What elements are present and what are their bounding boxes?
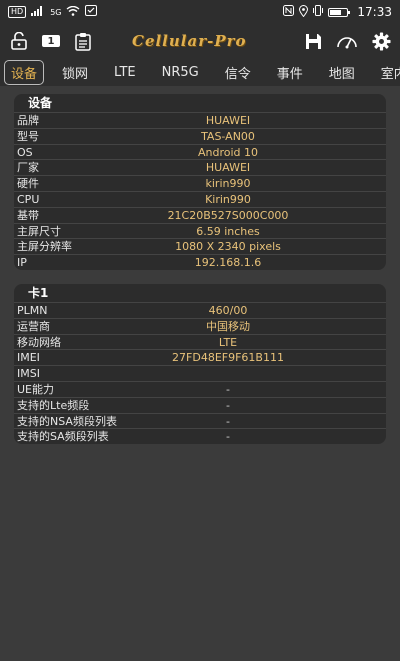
device-info-card: 设备 品牌 HUAWEI 型号 TAS-AN00 OS Android 10 厂家 HU… xyxy=(14,94,386,270)
row-value: kirin990 xyxy=(205,177,251,191)
table-row: PLMN 460/00 xyxy=(14,302,386,318)
sim-card-title: 卡1 xyxy=(28,286,49,300)
vibrate-icon xyxy=(313,5,324,19)
tab-signaling[interactable]: 信令 xyxy=(217,60,259,85)
status-bar: HD 5G 17:33 xyxy=(0,0,400,24)
tab-bar: 设备 锁网 LTE NR5G 信令 事件 地图 室内 xyxy=(0,58,400,86)
row-value: Kirin990 xyxy=(205,192,251,206)
row-key: OS xyxy=(17,145,33,159)
tab-nr5g[interactable]: NR5G xyxy=(154,62,207,83)
row-value: - xyxy=(226,382,230,396)
toolbar-right xyxy=(302,30,392,52)
notification-icon xyxy=(85,5,98,19)
clipboard-icon[interactable] xyxy=(72,30,94,52)
nfc-icon xyxy=(283,5,295,19)
tab-device[interactable]: 设备 xyxy=(4,59,45,85)
table-row: IMEI 27FD48EF9F61B111 xyxy=(14,349,386,365)
sim-label: 1 xyxy=(47,35,55,47)
row-value: 27FD48EF9F61B111 xyxy=(172,351,284,365)
row-key: 支持的NSA频段列表 xyxy=(17,414,117,428)
row-value: - xyxy=(226,398,230,412)
row-value: Android 10 xyxy=(197,145,259,159)
signal-icon xyxy=(31,5,45,19)
row-key: PLMN xyxy=(17,304,48,317)
tab-indoor[interactable]: 室内 xyxy=(373,60,400,85)
table-row: 运营商 中国移动 xyxy=(14,317,386,334)
table-row: IP 192.168.1.6 xyxy=(14,254,386,270)
app-title: Cellular-Pro xyxy=(132,32,247,50)
status-left: HD 5G xyxy=(8,5,98,19)
row-key: 基带 xyxy=(17,208,39,222)
row-value xyxy=(114,366,386,381)
table-row: CPU Kirin990 xyxy=(14,190,386,207)
toolbar-left: 1 xyxy=(8,30,94,52)
table-row: 移动网络 LTE xyxy=(14,333,386,350)
row-value: 6.59 inches xyxy=(196,224,260,238)
tab-lock-network[interactable]: 锁网 xyxy=(54,60,96,85)
sim-info-card: 卡1 PLMN 460/00 运营商 中国移动 移动网络 LTE IMEI 27FD48… xyxy=(14,284,386,445)
row-key: IP xyxy=(17,256,27,270)
table-row: OS Android 10 xyxy=(14,143,386,160)
table-row: 主屏分辨率 1080 X 2340 pixels xyxy=(14,238,386,254)
table-row: 型号 TAS-AN00 xyxy=(14,127,386,144)
row-key: 品牌 xyxy=(17,114,39,127)
speedometer-icon[interactable] xyxy=(336,30,358,52)
battery-icon xyxy=(328,7,351,17)
wifi-icon xyxy=(66,5,80,19)
table-row: UE能力 - xyxy=(14,380,386,397)
row-key: IMSI xyxy=(17,367,40,381)
row-value: 192.168.1.6 xyxy=(194,256,262,270)
sim-card-icon[interactable]: 1 xyxy=(40,30,62,52)
location-icon xyxy=(299,4,309,20)
row-value: 460/00 xyxy=(208,304,248,317)
row-key: IMEI xyxy=(17,351,40,365)
row-value: LTE xyxy=(218,335,238,349)
app-toolbar: 1 Cellular-Pro xyxy=(0,24,400,58)
row-key: 主屏分辨率 xyxy=(17,240,72,254)
row-value: 21C20B527S000C000 xyxy=(167,208,289,222)
row-value: 1080 X 2340 pixels xyxy=(175,240,281,254)
row-value: HUAWEI xyxy=(205,161,251,175)
row-value: HUAWEI xyxy=(205,114,251,127)
status-right: 17:33 xyxy=(283,4,392,20)
table-row: 支持的NSA频段列表 - xyxy=(14,412,386,429)
row-value: TAS-AN00 xyxy=(201,129,255,143)
gear-icon[interactable] xyxy=(370,30,392,52)
row-key: UE能力 xyxy=(17,382,55,396)
row-key: 支持的Lte频段 xyxy=(17,398,90,412)
table-row: 基带 21C20B527S000C000 xyxy=(14,206,386,223)
table-row: 支持的SA频段列表 - xyxy=(14,428,386,444)
tab-map[interactable]: 地图 xyxy=(321,60,363,85)
row-key: 型号 xyxy=(17,129,39,143)
table-row: 品牌 HUAWEI xyxy=(14,112,386,128)
table-row: 支持的Lte频段 - xyxy=(14,396,386,413)
hd-badge: HD xyxy=(8,6,27,18)
clock: 17:33 xyxy=(357,5,392,19)
device-card-title: 设备 xyxy=(28,96,53,110)
row-value: 中国移动 xyxy=(206,319,250,333)
row-value: - xyxy=(226,414,230,428)
save-icon[interactable] xyxy=(302,30,324,52)
row-key: 硬件 xyxy=(17,177,39,191)
lock-open-icon[interactable] xyxy=(8,30,30,52)
row-value: - xyxy=(226,430,230,444)
network-type-badge: 5G xyxy=(50,7,62,17)
table-row: 厂家 HUAWEI xyxy=(14,159,386,175)
table-row: IMSI xyxy=(14,365,386,381)
row-key: 移动网络 xyxy=(17,335,61,349)
row-key: 支持的SA频段列表 xyxy=(17,430,109,444)
row-key: 主屏尺寸 xyxy=(17,224,61,238)
row-key: 运营商 xyxy=(17,319,50,333)
table-row: 主屏尺寸 6.59 inches xyxy=(14,222,386,239)
row-key: 厂家 xyxy=(17,161,39,175)
row-key: CPU xyxy=(17,192,40,206)
tab-events[interactable]: 事件 xyxy=(269,60,311,85)
table-row: 硬件 kirin990 xyxy=(14,175,386,191)
tab-lte[interactable]: LTE xyxy=(106,62,144,83)
